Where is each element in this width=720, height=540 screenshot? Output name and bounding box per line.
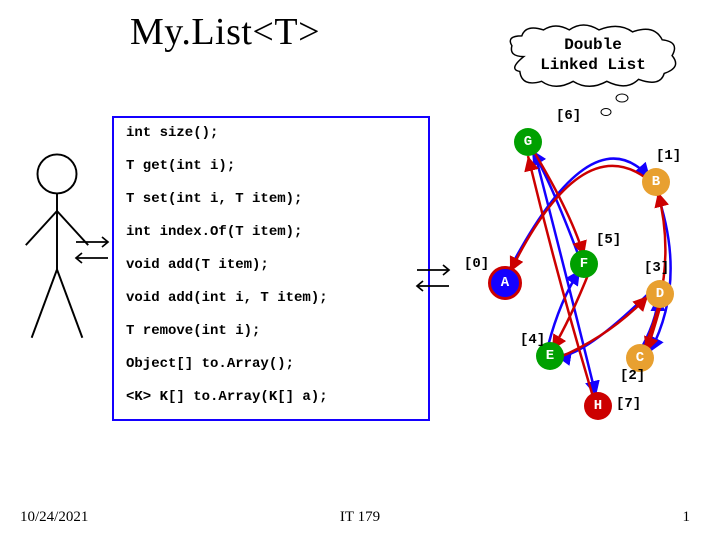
double-arrow-icon: [74, 232, 110, 272]
page-title: My.List<T>: [130, 10, 320, 54]
api-row: int size();: [126, 126, 416, 141]
node-g: G: [514, 128, 542, 156]
api-row: Object[] to.Array();: [126, 357, 416, 372]
node-d: D: [646, 280, 674, 308]
index-label: [0]: [464, 256, 489, 272]
api-row: T remove(int i);: [126, 324, 416, 339]
api-row: void add(int i, T item);: [126, 291, 416, 306]
api-row: T get(int i);: [126, 159, 416, 174]
index-label: [5]: [596, 232, 621, 248]
cloud-line1: Double: [504, 35, 682, 55]
index-label: [7]: [616, 396, 641, 412]
api-row: void add(T item);: [126, 258, 416, 273]
footer-page-number: 1: [683, 509, 691, 526]
node-a: A: [488, 266, 522, 300]
api-interface-box: int size(); T get(int i); T set(int i, T…: [112, 116, 430, 421]
api-row: <K> K[] to.Array(K[] a);: [126, 390, 416, 405]
node-f: F: [570, 250, 598, 278]
cloud-callout: Double Linked List: [504, 22, 682, 88]
node-b: B: [642, 168, 670, 196]
api-row: int index.Of(T item);: [126, 225, 416, 240]
index-label: [6]: [556, 108, 581, 124]
index-label: [2]: [620, 368, 645, 384]
index-label: [3]: [644, 260, 669, 276]
index-label: [4]: [520, 332, 545, 348]
footer-course: IT 179: [340, 509, 380, 526]
index-label: [1]: [656, 148, 681, 164]
graph-edges: [440, 100, 690, 460]
cloud-line2: Linked List: [504, 55, 682, 75]
footer-date: 10/24/2021: [20, 509, 88, 526]
api-row: T set(int i, T item);: [126, 192, 416, 207]
node-h: H: [584, 392, 612, 420]
